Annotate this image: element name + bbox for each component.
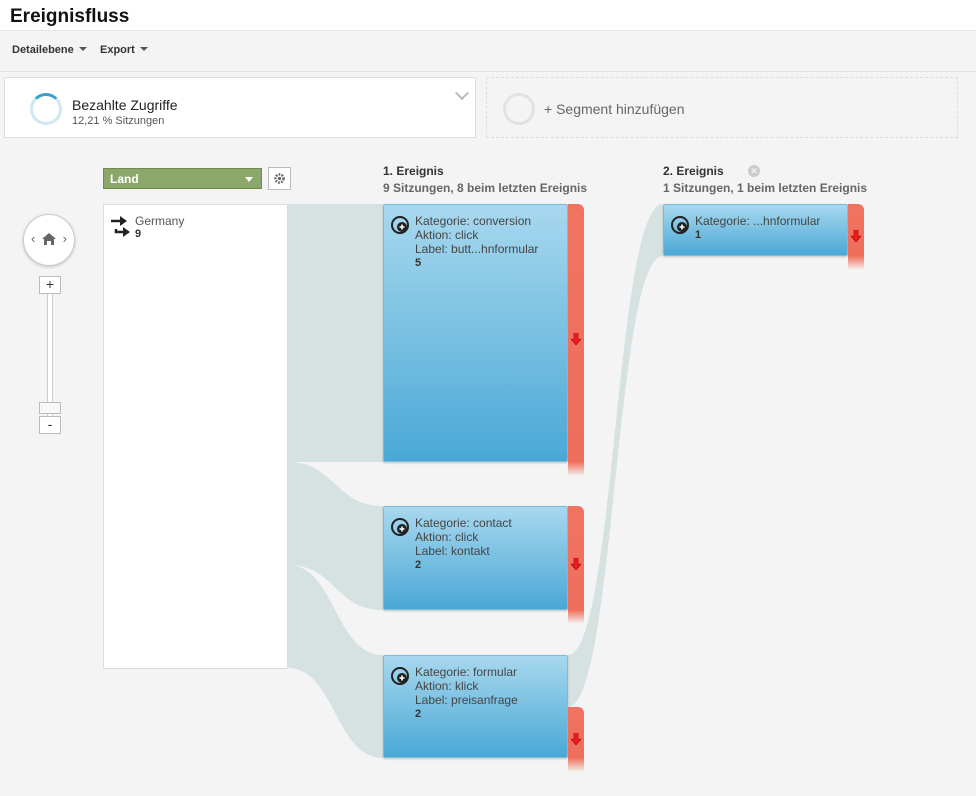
- event-category: Kategorie: conversion: [415, 214, 532, 228]
- event-node-formular[interactable]: Kategorie: formular Aktion: klick Label:…: [383, 655, 568, 758]
- event-category: Kategorie: formular: [415, 665, 518, 679]
- column-title-event-1: 1. Ereignis: [383, 164, 444, 178]
- country-name: Germany: [135, 214, 185, 228]
- zoom-out-button[interactable]: -: [39, 416, 61, 434]
- dropoff-arrow-icon: [571, 733, 581, 745]
- dropoff-arrow-icon: [571, 558, 581, 570]
- column-subtitle-event-2: 1 Sitzungen, 1 beim letzten Ereignis: [663, 181, 868, 195]
- home-icon[interactable]: [41, 231, 57, 247]
- event-count: 2: [415, 559, 422, 571]
- event-action: Aktion: click: [415, 530, 479, 544]
- close-icon[interactable]: ✕: [748, 165, 760, 177]
- event-node-step2[interactable]: Kategorie: ...hnformular 1: [663, 204, 848, 256]
- zoom-in-button[interactable]: +: [39, 276, 61, 294]
- event-icon: [391, 518, 409, 536]
- export-button[interactable]: Export: [100, 44, 148, 56]
- segment-card-paid-traffic[interactable]: Bezahlte Zugriffe 12,21 % Sitzungen: [4, 77, 476, 138]
- country-node-germany[interactable]: Germany 9: [104, 205, 289, 249]
- dropoff-fade: [568, 758, 584, 772]
- event-action: Aktion: click: [415, 228, 479, 242]
- event-count: 1: [695, 229, 702, 241]
- detail-level-button[interactable]: Detailebene: [12, 44, 87, 56]
- entry-arrows-icon: [111, 216, 130, 237]
- event-node-contact[interactable]: Kategorie: contact Aktion: click Label: …: [383, 506, 568, 610]
- settings-button[interactable]: [268, 167, 291, 190]
- toolbar: Detailebene Export: [0, 30, 976, 72]
- event-category: Kategorie: ...hnformular: [695, 214, 821, 228]
- flow-canvas[interactable]: ‹ › + - Land Germany 9 1. Ereignis 9 Sit…: [0, 144, 976, 796]
- event-label: Label: preisanfrage: [415, 693, 518, 707]
- dropoff-bar[interactable]: [848, 204, 864, 270]
- event-icon: [391, 216, 409, 234]
- event-icon: [391, 667, 409, 685]
- column-subtitle-event-1: 9 Sitzungen, 8 beim letzten Ereignis: [383, 181, 588, 195]
- dimension-label: Land: [110, 172, 139, 186]
- event-count: 5: [415, 257, 422, 269]
- flow-germany-to-conversion: [288, 204, 383, 462]
- dropoff-fade: [848, 256, 864, 270]
- event-action: Aktion: klick: [415, 679, 479, 693]
- column-title-event-2: 2. Ereignis: [663, 164, 724, 178]
- zoom-slider-handle[interactable]: [39, 402, 61, 414]
- chevron-down-icon: [78, 47, 87, 51]
- dropoff-bar[interactable]: [568, 204, 584, 476]
- dropoff-bar[interactable]: [568, 707, 584, 772]
- event-label: Label: butt...hnformular: [415, 242, 539, 256]
- dropoff-arrow-icon: [851, 230, 861, 242]
- pan-left-button[interactable]: ‹: [31, 231, 35, 246]
- dropoff-bar[interactable]: [568, 506, 584, 624]
- dimension-selector[interactable]: Land: [103, 168, 262, 189]
- chevron-down-icon: [139, 47, 148, 51]
- pan-right-button[interactable]: ›: [63, 231, 67, 246]
- event-count: 2: [415, 708, 422, 720]
- segment-donut-icon: [30, 93, 62, 125]
- segment-bar: Bezahlte Zugriffe 12,21 % Sitzungen + Se…: [0, 72, 976, 144]
- chevron-down-icon[interactable]: [454, 85, 470, 101]
- segment-share: 12,21 % Sitzungen: [72, 115, 165, 127]
- segment-name: Bezahlte Zugriffe: [72, 97, 178, 113]
- add-segment-button[interactable]: + Segment hinzufügen: [486, 77, 958, 138]
- add-segment-label: + Segment hinzufügen: [544, 101, 685, 117]
- navigation-control: ‹ ›: [23, 214, 75, 266]
- gear-icon: [274, 173, 285, 184]
- empty-segment-icon: [503, 93, 535, 125]
- chevron-down-icon: [245, 177, 253, 182]
- dropoff-fade: [568, 610, 584, 624]
- event-icon: [671, 216, 689, 234]
- export-label: Export: [100, 44, 135, 56]
- event-node-conversion[interactable]: Kategorie: conversion Aktion: click Labe…: [383, 204, 568, 462]
- dropoff-arrow-icon: [571, 333, 581, 345]
- dimension-column: Germany 9: [103, 204, 288, 669]
- event-label: Label: kontakt: [415, 544, 490, 558]
- dropoff-fade: [568, 462, 584, 476]
- country-count: 9: [135, 228, 142, 240]
- detail-level-label: Detailebene: [12, 44, 74, 56]
- page-title: Ereignisfluss: [10, 6, 130, 27]
- event-category: Kategorie: contact: [415, 516, 512, 530]
